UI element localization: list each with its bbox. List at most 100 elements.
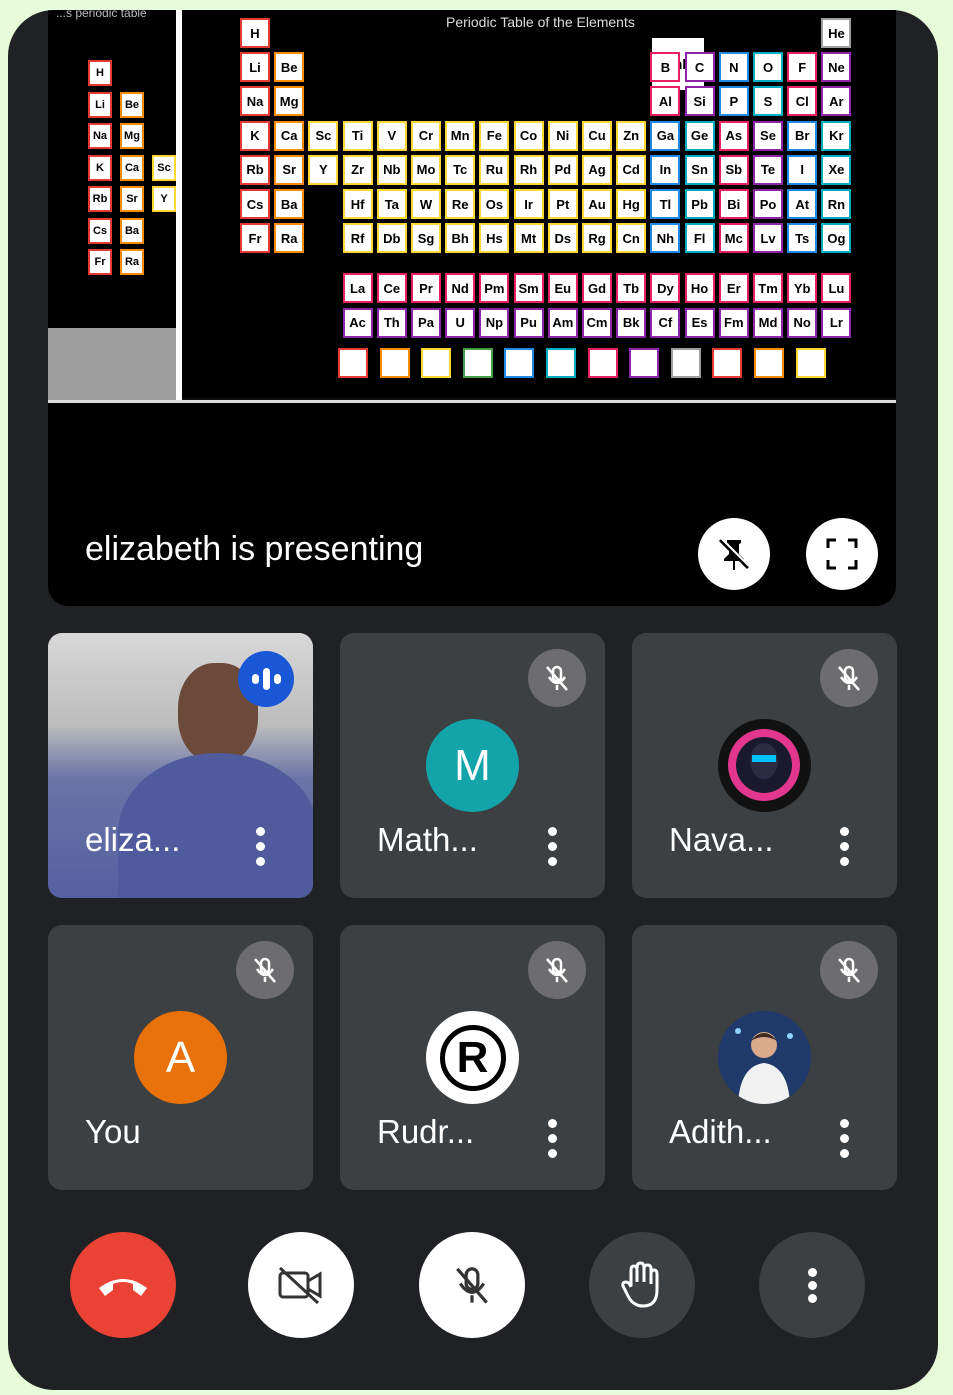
- participant-tile[interactable]: R Rudr...: [340, 925, 605, 1190]
- element-cell: At: [787, 189, 818, 219]
- element-cell: Cd: [616, 154, 647, 185]
- presentation-view[interactable]: ...s periodic table H Li Be Na Mg K Ca Sc Rb Sr Y C…: [48, 10, 896, 606]
- mini-element-cell: Cs: [88, 217, 112, 244]
- participant-name: Math...: [377, 821, 478, 858]
- element-cell: In: [650, 154, 681, 185]
- element-cell: Mn: [445, 120, 476, 151]
- element-cell: Ga: [650, 120, 681, 151]
- element-cell: Rn: [821, 189, 852, 219]
- element-cell: Ho: [684, 273, 715, 304]
- element-cell: B: [650, 52, 681, 83]
- element-cell: Rg: [582, 223, 612, 254]
- element-cell: Pb: [684, 189, 715, 219]
- element-cell: Cf: [650, 307, 681, 338]
- more-options-button[interactable]: [759, 1232, 865, 1338]
- element-cell: Cm: [582, 307, 612, 338]
- periodic-table-board: Periodic Table of the Elements Symbol HH…: [182, 10, 896, 398]
- element-cell: Mt: [513, 223, 544, 254]
- slide-thumbnail-panel: ...s periodic table H Li Be Na Mg K Ca Sc Rb Sr Y C…: [48, 10, 178, 402]
- unpin-button[interactable]: [698, 518, 770, 590]
- participant-tile[interactable]: Nava...: [632, 633, 897, 898]
- participant-name: Adith...: [669, 1113, 772, 1150]
- element-cell: Ba: [274, 189, 305, 219]
- element-cell: Pu: [513, 307, 544, 338]
- element-cell: Co: [513, 120, 544, 151]
- fullscreen-button[interactable]: [806, 518, 878, 590]
- element-cell: Te: [753, 154, 783, 185]
- legend-swatch: [587, 348, 618, 378]
- element-cell: Sb: [718, 154, 749, 185]
- camera-toggle-button[interactable]: [248, 1232, 354, 1338]
- element-cell: Fe: [479, 120, 510, 151]
- element-cell: Cr: [411, 120, 441, 151]
- element-cell: Si: [684, 86, 715, 117]
- mini-element-cell: Sc: [152, 154, 176, 181]
- mini-element-cell: Ca: [120, 154, 144, 181]
- more-vert-icon: [806, 1264, 818, 1307]
- element-cell: Ne: [821, 52, 852, 83]
- participant-tile[interactable]: M Math...: [340, 633, 605, 898]
- element-cell: Xe: [821, 154, 852, 185]
- element-cell: Bi: [718, 189, 749, 219]
- avatar: [718, 719, 811, 812]
- element-cell: Au: [582, 189, 612, 219]
- element-cell: Ds: [547, 223, 578, 254]
- periodic-table-title: Periodic Table of the Elements: [446, 14, 635, 30]
- element-cell: Po: [753, 189, 783, 219]
- element-cell: Ce: [376, 273, 407, 304]
- element-cell: Cl: [787, 86, 818, 117]
- element-cell: Pd: [547, 154, 578, 185]
- element-cell: Nh: [650, 223, 681, 254]
- legend-swatch: [795, 348, 826, 378]
- participant-tile[interactable]: eliza...: [48, 633, 313, 898]
- mini-element-cell: K: [88, 154, 112, 181]
- element-cell: Sm: [513, 273, 544, 304]
- element-cell: Eu: [547, 273, 578, 304]
- element-cell: Tl: [650, 189, 681, 219]
- end-call-button[interactable]: [70, 1232, 176, 1338]
- muted-mic-icon: [820, 649, 878, 707]
- element-cell: Ac: [342, 307, 373, 338]
- element-cell: Os: [479, 189, 510, 219]
- mini-element-cell: Be: [120, 91, 144, 118]
- element-cell: Rb: [240, 154, 270, 185]
- mic-toggle-button[interactable]: [419, 1232, 525, 1338]
- more-options-icon[interactable]: [545, 823, 559, 867]
- hand-icon: [621, 1261, 659, 1308]
- registered-icon: R: [439, 1024, 506, 1091]
- element-cell: K: [240, 120, 270, 151]
- element-cell: Pm: [479, 273, 510, 304]
- element-cell: Ar: [821, 86, 852, 117]
- element-cell: Og: [821, 223, 852, 254]
- participant-tile[interactable]: A You: [48, 925, 313, 1190]
- mic-off-icon: [456, 1267, 488, 1304]
- raise-hand-button[interactable]: [589, 1232, 695, 1338]
- element-cell: La: [342, 273, 373, 304]
- mini-element-cell: Rb: [88, 186, 112, 212]
- element-cell: As: [718, 120, 749, 151]
- more-options-icon[interactable]: [837, 823, 851, 867]
- muted-mic-icon: [236, 941, 294, 999]
- more-options-icon[interactable]: [545, 1115, 559, 1159]
- element-cell: Mg: [274, 86, 305, 117]
- avatar: M: [426, 719, 519, 812]
- more-options-icon[interactable]: [253, 823, 267, 867]
- mini-element-cell: Y: [152, 186, 176, 212]
- camera-off-icon: [278, 1266, 322, 1305]
- more-options-icon[interactable]: [837, 1115, 851, 1159]
- mini-element-cell: Mg: [120, 123, 144, 149]
- element-cell: Zn: [616, 120, 647, 151]
- legend-swatch: [379, 348, 410, 378]
- legend-swatch: [754, 348, 784, 378]
- element-cell: Sg: [411, 223, 441, 254]
- muted-mic-icon: [820, 941, 878, 999]
- element-cell: Y: [308, 154, 339, 185]
- participant-tile[interactable]: Adith...: [632, 925, 897, 1190]
- element-cell: H: [240, 18, 270, 48]
- element-cell: Lu: [821, 273, 852, 304]
- element-cell: Tm: [753, 273, 783, 304]
- mini-element-cell: Ba: [120, 217, 144, 244]
- legend-swatch: [546, 348, 576, 378]
- element-cell: Pr: [411, 273, 441, 304]
- avatar: R: [426, 1011, 519, 1104]
